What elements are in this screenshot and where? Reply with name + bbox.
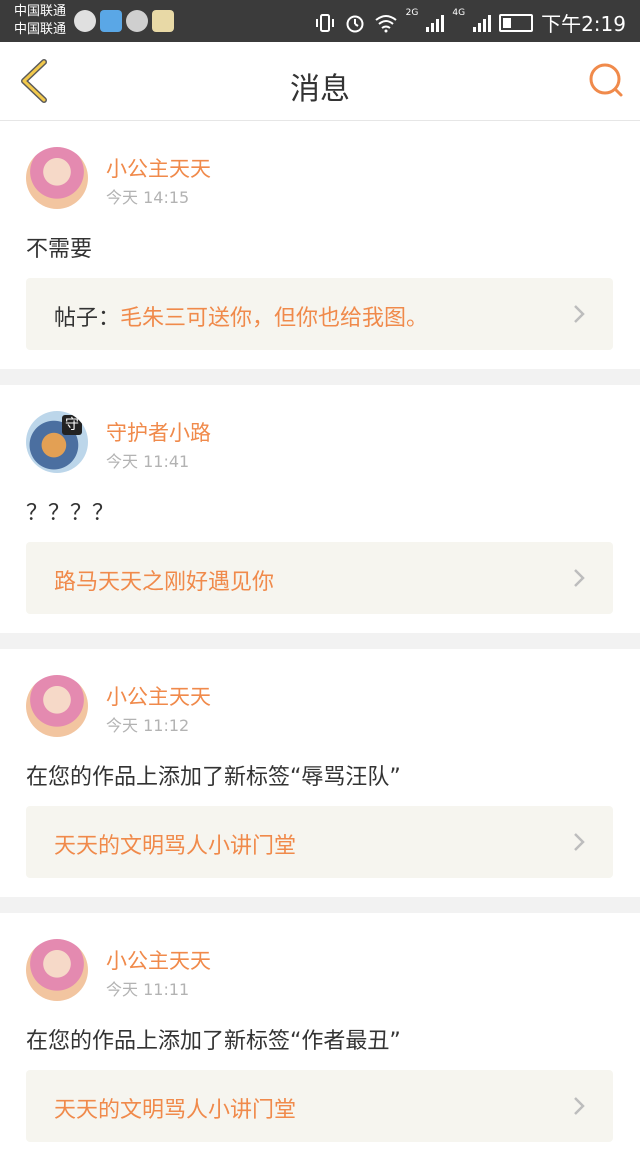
post-text: 帖子：毛朱三可送你，但你也给我图。 [54,300,428,332]
divider [0,369,640,385]
avatar[interactable]: 守 [26,411,88,473]
status-bar: 中国联通 中国联通 2G 4G 下午2:19 [0,0,640,42]
network-type-1: 2G [405,8,419,18]
username[interactable]: 守护者小路 [106,417,211,447]
username[interactable]: 小公主天天 [106,681,211,711]
message-text: 在您的作品上添加了新标签“辱骂汪队” [26,765,401,790]
post-title: 毛朱三可送你，但你也给我图。 [120,306,429,331]
message-text: 在您的作品上添加了新标签“作者最丑” [26,1029,401,1054]
username[interactable]: 小公主天天 [106,945,211,975]
post-text: 路马天天之刚好遇见你 [54,564,274,596]
chevron-right-icon [574,569,585,587]
alarm-icon [346,15,364,32]
message-item: 小公主天天 今天 11:12 在您的作品上添加了新标签“辱骂汪队” 天天的文明骂… [0,649,640,897]
post-link[interactable]: 天天的文明骂人小讲门堂 [26,1070,613,1142]
vibrate-icon [315,13,334,32]
page-title: 消息 [290,72,350,107]
signal-icon-1 [426,14,445,32]
carrier-1: 中国联通 [14,4,67,19]
notification-icons [74,10,174,32]
post-link[interactable]: 路马天天之刚好遇见你 [26,542,613,614]
avatar[interactable] [26,147,88,209]
app-icon [100,10,122,32]
timestamp: 今天 11:41 [106,452,190,471]
network-type-2: 4G [452,8,466,18]
carrier-2: 中国联通 [14,22,67,37]
post-title: 路马天天之刚好遇见你 [54,570,275,595]
message-text: ？？？？ [26,501,115,526]
cloud-icon [126,10,148,32]
carrier-labels: 中国联通 中国联通 [14,3,66,39]
avatar[interactable] [26,675,88,737]
chevron-right-icon [574,833,585,851]
wifi-icon [375,14,397,32]
star-app-icon [152,10,174,32]
post-title: 天天的文明骂人小讲门堂 [54,1098,297,1123]
chat-icon [74,10,96,32]
post-link[interactable]: 帖子：毛朱三可送你，但你也给我图。 [26,278,613,350]
avatar[interactable] [26,939,88,1001]
divider [0,633,640,649]
post-link[interactable]: 天天的文明骂人小讲门堂 [26,806,613,878]
timestamp: 今天 14:15 [106,188,190,207]
post-title: 天天的文明骂人小讲门堂 [54,834,297,859]
post-text: 天天的文明骂人小讲门堂 [54,828,296,860]
post-text: 天天的文明骂人小讲门堂 [54,1092,296,1124]
message-item: 小公主天天 今天 11:11 在您的作品上添加了新标签“作者最丑” 天天的文明骂… [0,913,640,1161]
battery-icon [499,13,534,32]
status-right: 2G 4G 下午2:19 [314,8,626,37]
divider [0,897,640,913]
avatar-badge: 守 [62,415,82,435]
chevron-right-icon [574,305,585,323]
message-item: 守 守护者小路 今天 11:41 ？？？？ 路马天天之刚好遇见你 [0,385,640,633]
message-list: 小公主天天 今天 14:15 不需要 帖子：毛朱三可送你，但你也给我图。 守 守… [0,121,640,1161]
signal-icon-2 [473,14,492,32]
message-item: 小公主天天 今天 14:15 不需要 帖子：毛朱三可送你，但你也给我图。 [0,121,640,369]
post-prefix: 帖子： [54,306,121,331]
timestamp: 今天 11:12 [106,716,190,735]
timestamp: 今天 11:11 [106,980,190,999]
chevron-right-icon [574,1097,585,1115]
search-icon[interactable] [588,62,624,98]
clock: 下午2:19 [541,12,626,36]
nav-bar: 消息 [0,42,640,121]
message-text: 不需要 [26,237,93,262]
username[interactable]: 小公主天天 [106,153,211,183]
